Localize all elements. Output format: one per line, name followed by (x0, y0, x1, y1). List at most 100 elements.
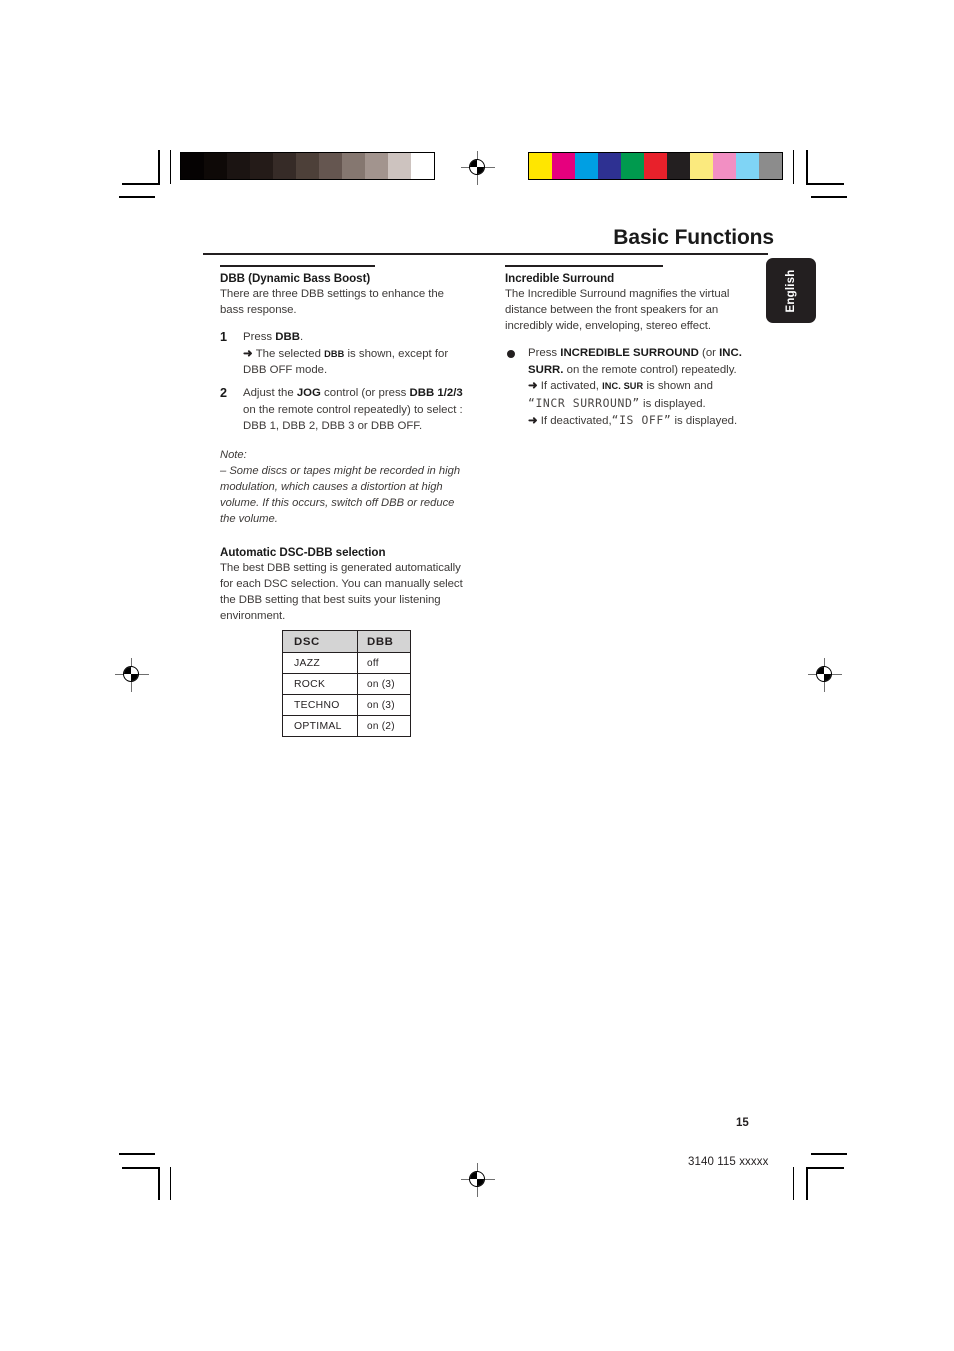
run-text: The selected (255, 347, 325, 360)
crop-mark-bottom-left-h (122, 1167, 160, 1169)
dbb-section-heading: DBB (Dynamic Bass Boost) (220, 271, 371, 285)
result-arrow-icon: ➜ (528, 380, 541, 393)
color-calibration-bar (528, 152, 783, 180)
grayscale-swatch (296, 153, 319, 179)
dsc-dbb-table: DSC DBB JAZZ off ROCK on (3) TECHNO on (3) OPT… (282, 630, 411, 737)
run-text: If deactivated, (540, 415, 612, 428)
surround-bullet-list: Press INCREDIBLE SURROUND (or INC. SURR.… (505, 345, 753, 429)
dbb-note-text: – Some discs or tapes might be recorded … (220, 464, 461, 526)
display-indicator-text: DBB (324, 348, 345, 359)
crop-mark-top-right-v (806, 150, 808, 184)
crop-mark-bottom-left-h2 (119, 1153, 155, 1155)
run-text: on the remote control repeatedly) to sel… (243, 403, 463, 433)
table-cell: TECHNO (282, 694, 358, 716)
auto-dsc-dbb-section: Automatic DSC-DBB selection The best DBB… (220, 546, 468, 625)
result-arrow-icon: ➜ (528, 415, 541, 428)
table-cell: on (3) (357, 673, 411, 695)
dbb-step-1-results: ➜ The selected DBB is shown, except for … (243, 348, 448, 376)
run-text: . (299, 331, 304, 344)
grayscale-swatch (342, 153, 365, 179)
surround-section-intro: The Incredible Surround magnifies the vi… (505, 287, 730, 333)
registration-target-icon-left (115, 658, 149, 692)
auto-dsc-dbb-heading: Automatic DSC-DBB selection (220, 545, 386, 559)
dbb-section-rule (220, 265, 375, 267)
run-text: Press (243, 331, 276, 344)
grayscale-swatch (388, 153, 411, 179)
grayscale-swatch (181, 153, 204, 179)
language-tab-english: English (766, 258, 816, 323)
run-text: control (or press (320, 387, 410, 400)
color-swatch (529, 153, 552, 179)
dbb-step-1: 1 Press DBB. ➜ The selected DBB is shown… (220, 329, 468, 378)
crop-mark-top-left-v (158, 150, 160, 184)
color-swatch (575, 153, 598, 179)
run-text: (or (698, 347, 720, 360)
grayscale-swatch (365, 153, 388, 179)
crop-mark-bottom-right-h2 (811, 1153, 847, 1155)
emphasis-text: JOG (296, 387, 321, 400)
crop-mark-bottom-right-h (806, 1167, 844, 1169)
run-text: Press (528, 347, 561, 360)
run-text: If activated, (540, 380, 603, 393)
crop-mark-bottom-left-v (158, 1167, 160, 1200)
lcd-display-text: “INCR SURROUND” (528, 395, 640, 410)
grayscale-swatch (250, 153, 273, 179)
color-swatch (713, 153, 736, 179)
table-row: OPTIMAL on (2) (282, 715, 411, 737)
dbb-steps-list: 1 Press DBB. ➜ The selected DBB is shown… (220, 329, 468, 434)
result-arrow-icon: ➜ (243, 347, 256, 360)
lcd-display-text: “IS OFF” (611, 413, 672, 428)
grayscale-swatch (411, 153, 434, 179)
grayscale-swatch (204, 153, 227, 179)
surround-bullet-item: Press INCREDIBLE SURROUND (or INC. SURR.… (505, 345, 753, 429)
dbb-note: Note: – Some discs or tapes might be rec… (220, 447, 468, 528)
crop-mark-top-right-h2 (811, 196, 847, 198)
crop-tick-bottom-left (170, 1167, 172, 1200)
emphasis-text: DBB 1/2/3 (409, 387, 463, 400)
crop-tick-bottom-right (793, 1167, 795, 1200)
run-text: Adjust the (243, 387, 297, 400)
table-header-row: DSC DBB (282, 630, 411, 653)
color-swatch (690, 153, 713, 179)
table-cell: off (357, 652, 411, 674)
document-code: 3140 115 xxxxx (688, 1156, 769, 1168)
surround-bullet-results: ➜ If activated, INC. SUR is shown and “I… (528, 380, 737, 427)
table-row: JAZZ off (282, 652, 411, 674)
table-cell: ROCK (282, 673, 358, 695)
surround-section-heading: Incredible Surround (505, 271, 615, 285)
run-text: is displayed. (671, 415, 738, 428)
table-header-dsc: DSC (282, 630, 358, 653)
color-swatch (759, 153, 782, 179)
color-swatch (736, 153, 759, 179)
color-swatch (667, 153, 690, 179)
color-swatch (621, 153, 644, 179)
registration-target-icon-bottom (461, 1163, 495, 1197)
dbb-step-2: 2 Adjust the JOG control (or press DBB 1… (220, 385, 468, 434)
crop-mark-top-left-h2 (119, 196, 155, 198)
crop-tick-top-right (793, 150, 795, 184)
bullet-dot-icon (507, 350, 515, 359)
language-tab-label: English (785, 269, 797, 312)
dbb-section-intro: There are three DBB settings to enhance … (220, 287, 444, 316)
dbb-step-2-text: Adjust the JOG control (or press DBB 1/2… (243, 387, 463, 432)
page-title: Basic Functions (613, 226, 774, 249)
surround-section-rule (505, 265, 663, 267)
left-column: DBB (Dynamic Bass Boost) There are three… (220, 265, 468, 625)
crop-mark-top-left-h (122, 183, 160, 185)
dbb-step-2-number: 2 (220, 386, 228, 401)
crop-mark-bottom-right-v (806, 1167, 808, 1200)
dbb-step-1-number: 1 (220, 330, 228, 345)
surround-bullet-text: Press INCREDIBLE SURROUND (or INC. SURR.… (528, 347, 742, 375)
grayscale-calibration-bar (180, 152, 435, 180)
dbb-note-label: Note: (220, 448, 247, 461)
color-swatch (644, 153, 667, 179)
table-row: TECHNO on (3) (282, 694, 411, 716)
table-cell: on (3) (357, 694, 411, 716)
result-text: The selected DBB is shown, except for DB… (243, 348, 448, 376)
result-text: If activated, INC. SUR is shown and “INC… (528, 380, 713, 409)
table-header-dbb: DBB (357, 630, 411, 653)
table-cell: JAZZ (282, 652, 358, 674)
display-indicator-text: INC. SUR (602, 381, 644, 392)
grayscale-swatch (273, 153, 296, 179)
crop-tick-top-left (170, 150, 172, 184)
